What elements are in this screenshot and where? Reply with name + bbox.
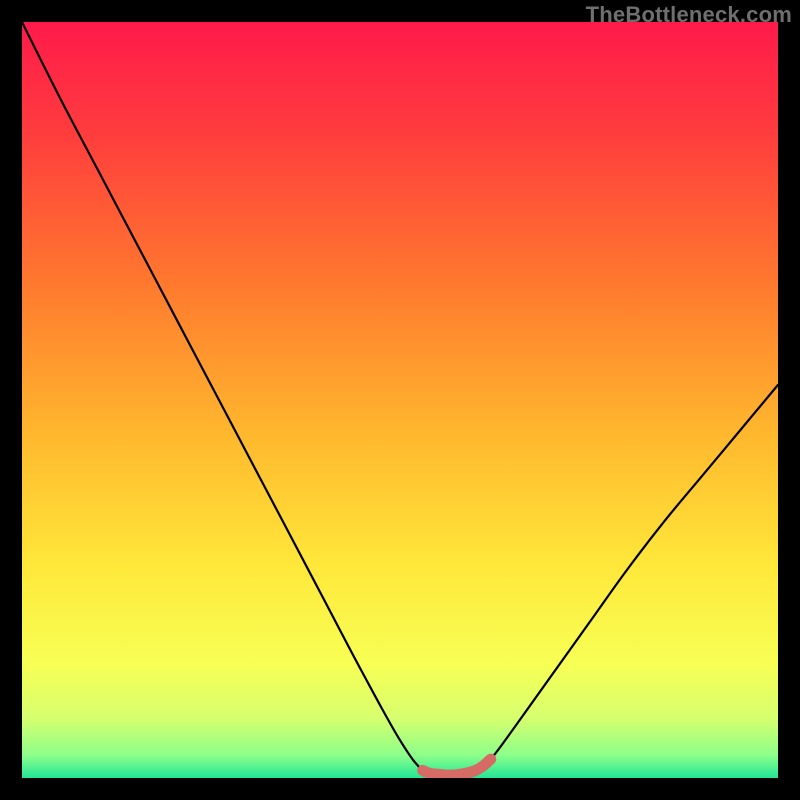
chart-background [22, 22, 778, 778]
chart-plot-area [22, 22, 778, 778]
chart-frame: TheBottleneck.com [0, 0, 800, 800]
chart-svg [22, 22, 778, 778]
watermark-text: TheBottleneck.com [586, 2, 792, 28]
